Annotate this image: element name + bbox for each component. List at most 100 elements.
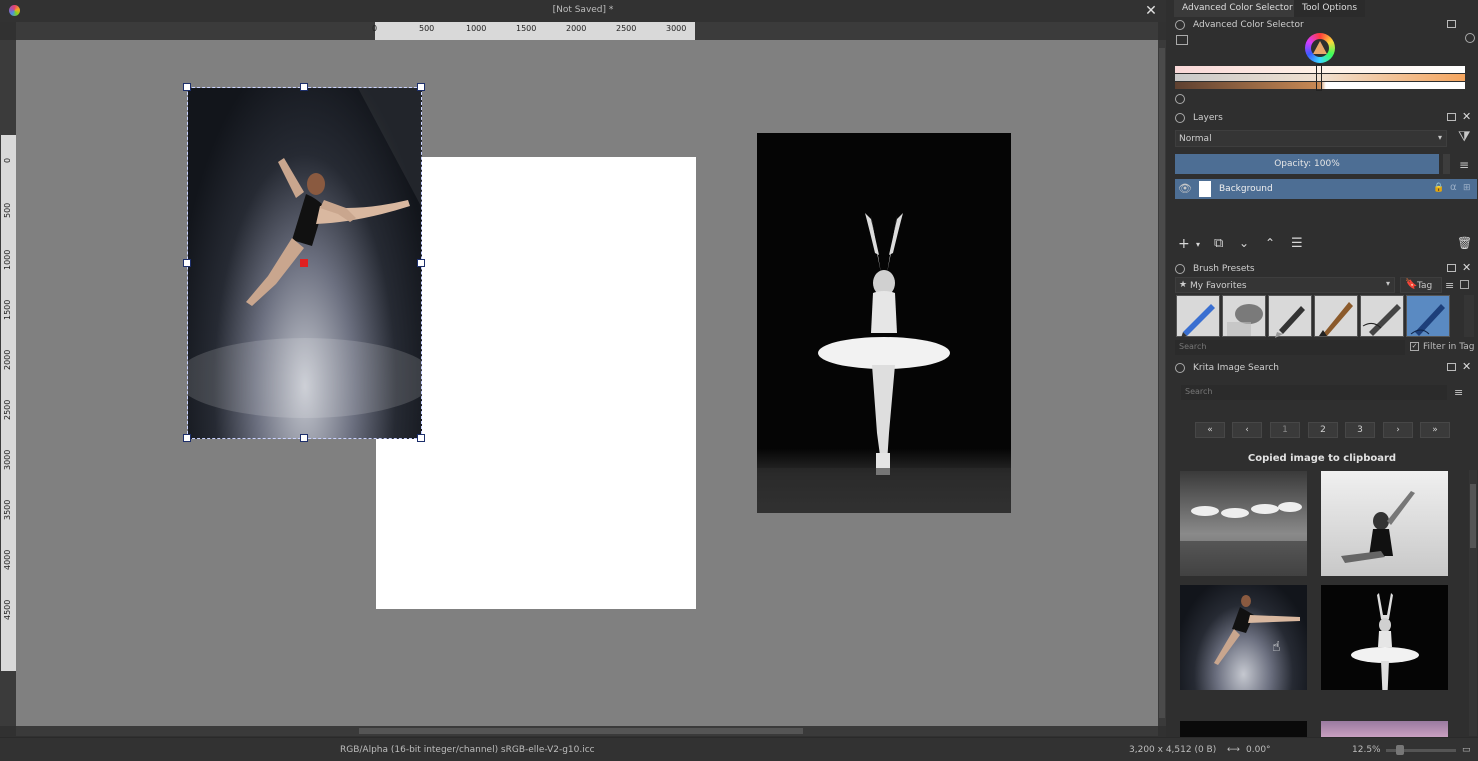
delete-layer-icon[interactable]: 🗑 [1457,236,1472,250]
canvas-vertical-scrollbar[interactable] [1158,40,1166,726]
pencil-icon [1181,304,1215,338]
ballet-corps-figures [1180,502,1307,576]
color-wheel[interactable] [1305,33,1335,63]
color-settings-icon[interactable] [1176,35,1188,45]
filter-icon[interactable]: ⧩ [1458,129,1471,145]
rotation-icon[interactable]: ⟷ [1227,745,1240,755]
ruler-tick: 4000 [3,549,12,570]
move-layer-down-icon[interactable]: ⌄ [1239,236,1249,250]
image-search-input[interactable]: Search [1181,385,1447,400]
layer-row[interactable]: 👁 Background 🔒 α ⊞ [1175,179,1477,199]
filter-in-tag-checkbox[interactable]: ✓ [1410,342,1419,351]
zoom-slider-handle[interactable] [1396,745,1404,755]
transform-handle-bottom-left[interactable] [183,434,191,442]
tab-tool-options[interactable]: Tool Options [1294,0,1366,17]
scrollbar-thumb[interactable] [359,728,803,734]
transform-handle-right[interactable] [417,259,425,267]
result-swan-dancer[interactable] [1321,585,1448,690]
brush-preset-eraser[interactable] [1222,295,1266,337]
result-dark-image[interactable] [1180,721,1307,737]
refresh-icon[interactable] [1175,94,1185,104]
transform-handle-left[interactable] [183,259,191,267]
page-1-button[interactable]: 1 [1270,422,1300,438]
canvas-horizontal-scrollbar[interactable] [16,726,1158,736]
result-ballet-corps[interactable] [1180,471,1307,576]
transform-handle-top-right[interactable] [417,83,425,91]
layer-menu-icon[interactable]: ≡ [1459,158,1469,172]
shade-cursor[interactable] [1316,64,1322,91]
prev-page-button[interactable]: ‹ [1232,422,1262,438]
layers-header: Layers ✕ [1166,110,1478,126]
chevron-down-icon: ▾ [1386,279,1391,288]
clear-color-icon[interactable] [1465,33,1475,43]
swan-ballerina-image[interactable] [757,133,1011,513]
chevron-down-icon: ▾ [1438,133,1443,142]
page-2-button[interactable]: 2 [1308,422,1338,438]
layer-properties-icon[interactable]: ☰ [1291,236,1303,251]
tab-advanced-color-selector[interactable]: Advanced Color Selector [1174,0,1301,17]
canvas[interactable] [16,40,1158,726]
image-size-status: 3,200 x 4,512 (0 B) [1129,745,1217,755]
presets-scrollbar[interactable] [1464,295,1474,337]
float-docker-icon[interactable] [1447,20,1456,28]
ruler-tick: 1000 [3,249,12,270]
brush-presets-header: Brush Presets ✕ [1166,261,1478,277]
results-scrollbar[interactable] [1469,470,1477,736]
tag-filter-select[interactable]: ★ My Favorites ▾ [1175,277,1395,293]
lock-icon[interactable] [1175,20,1185,30]
inherit-alpha-icon[interactable]: ⊞ [1463,183,1471,193]
opacity-stepper[interactable] [1443,154,1450,174]
brush-preset-blue-pencil[interactable] [1176,295,1220,338]
layer-name[interactable]: Background [1219,184,1273,194]
close-document-button[interactable]: ✕ [1143,2,1159,20]
ruler-tick: 1000 [466,24,487,33]
page-3-button[interactable]: 3 [1345,422,1375,438]
transform-handle-top[interactable] [300,83,308,91]
lock-icon[interactable] [1175,113,1185,123]
blend-mode-select[interactable]: Normal ▾ [1175,130,1447,147]
brush-search-input[interactable]: Search [1175,340,1405,355]
eye-icon[interactable]: 👁 [1178,182,1192,195]
transform-handle-bottom[interactable] [300,434,308,442]
add-layer-icon[interactable]: + [1178,236,1190,252]
brush-preset-calligraphy-pen[interactable] [1406,295,1450,337]
result-ballerina-pose[interactable] [1321,471,1448,576]
result-pink-sky-image[interactable] [1321,721,1448,737]
ruler-document-range: 0 500 1000 1500 2000 2500 3000 [372,22,695,40]
result-dancer-leap[interactable]: ☝ [1180,585,1307,690]
duplicate-layer-icon[interactable]: ⧉ [1214,236,1223,251]
opacity-slider[interactable]: Opacity: 100% [1175,154,1439,174]
hand-cursor-icon: ☝ [1272,639,1281,655]
close-icon[interactable]: ✕ [1462,261,1471,274]
first-page-button[interactable]: « [1195,422,1225,438]
search-menu-icon[interactable]: ≡ [1454,386,1463,399]
float-docker-icon[interactable] [1447,363,1456,371]
float-docker-icon[interactable] [1447,264,1456,272]
tag-button[interactable]: 🔖 Tag [1400,277,1442,293]
brush-preset-fountain-pen[interactable] [1268,295,1312,338]
transform-center-handle[interactable] [300,259,308,267]
scrollbar-thumb[interactable] [1159,48,1165,718]
close-icon[interactable]: ✕ [1462,360,1471,373]
fullscreen-icon[interactable]: ▭ [1462,745,1471,755]
float-docker-icon[interactable] [1447,113,1456,121]
document-page[interactable] [376,157,696,609]
lock-icon[interactable] [1175,264,1185,274]
ruler-tick: 2000 [3,349,12,370]
move-layer-up-icon[interactable]: ⌃ [1265,236,1275,250]
chevron-down-icon[interactable]: ▾ [1196,240,1200,249]
transform-handle-top-left[interactable] [183,83,191,91]
brush-preset-ink-brush[interactable] [1314,295,1358,337]
last-page-button[interactable]: » [1420,422,1450,438]
rotation-status[interactable]: 0.00° [1246,745,1271,755]
scrollbar-thumb[interactable] [1470,484,1476,548]
next-page-button[interactable]: › [1383,422,1413,438]
brush-preset-fine-liner[interactable] [1360,295,1404,337]
storage-icon[interactable] [1460,280,1469,289]
presets-menu-icon[interactable]: ≡ [1445,279,1454,292]
close-icon[interactable]: ✕ [1462,110,1471,123]
lock-icon[interactable] [1175,363,1185,373]
transform-handle-bottom-right[interactable] [417,434,425,442]
layer-lock-icon[interactable]: 🔒 [1433,183,1444,193]
alpha-lock-icon[interactable]: α [1450,182,1457,193]
